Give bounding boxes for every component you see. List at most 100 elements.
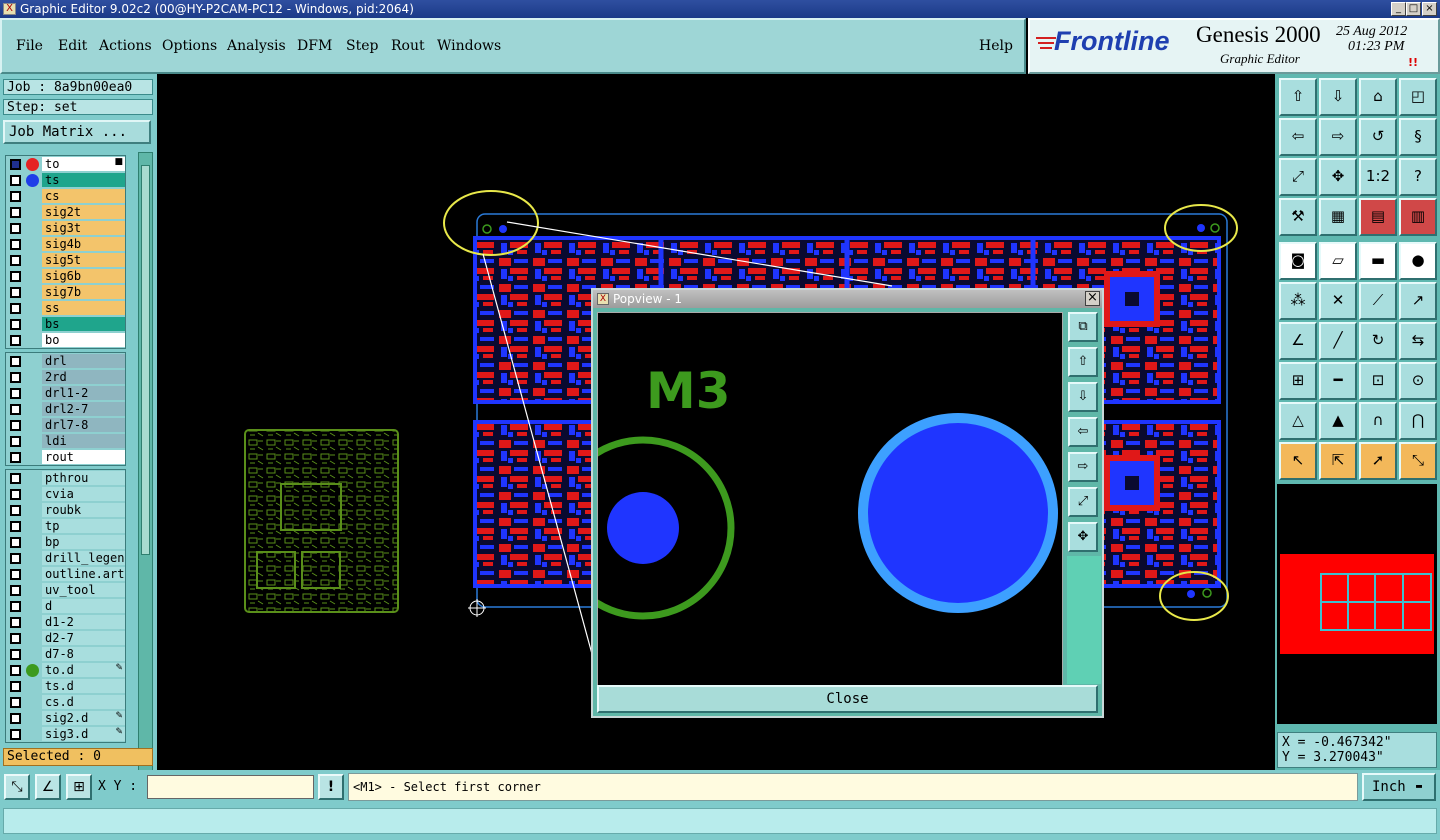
layer-name[interactable]: sig5t (42, 253, 125, 267)
layer-row[interactable]: pthrou (6, 470, 125, 486)
layer-checkbox[interactable] (10, 452, 21, 463)
layer-name[interactable]: ts (42, 173, 125, 187)
layer-name[interactable]: bs (42, 317, 125, 331)
window-title-bar[interactable]: X Graphic Editor 9.02c2 (00@HY-P2CAM-PC1… (0, 0, 1440, 18)
layer-name[interactable]: bo (42, 333, 125, 347)
close-button[interactable]: × (1422, 2, 1437, 16)
layer-row[interactable]: to ■ (6, 156, 125, 172)
layers-red-2-icon[interactable]: ▥ (1399, 198, 1437, 236)
angle-icon[interactable]: ∠ (1279, 322, 1317, 360)
grid-icon[interactable]: ▦ (1319, 198, 1357, 236)
arch-blue-icon[interactable]: ⋂ (1399, 402, 1437, 440)
layer-checkbox[interactable] (10, 356, 21, 367)
menu-rout[interactable]: Rout (391, 38, 425, 54)
layer-name[interactable]: cvia (42, 487, 125, 501)
layer-row[interactable]: sig3.d ✎ (6, 726, 125, 742)
layer-checkbox[interactable] (10, 287, 21, 298)
layer-name[interactable]: drl1-2 (42, 386, 125, 400)
pan-right-icon[interactable]: ⇨ (1068, 452, 1098, 482)
pointer-box-icon[interactable]: ⇱ (1319, 442, 1357, 480)
layer-checkbox[interactable] (10, 255, 21, 266)
layer-name[interactable]: rout (42, 450, 125, 464)
layer-checkbox[interactable] (10, 649, 21, 660)
layer-row[interactable]: sig6b (6, 268, 125, 284)
redraw-icon[interactable]: § (1399, 118, 1437, 156)
layer-row[interactable]: tp (6, 518, 125, 534)
layer-row[interactable]: cs.d (6, 694, 125, 710)
layer-name[interactable]: sig3.d (42, 727, 125, 741)
arc-icon[interactable]: ↻ (1359, 322, 1397, 360)
layer-checkbox[interactable] (10, 191, 21, 202)
layer-name[interactable]: uv_tool (42, 583, 125, 597)
layer-checkbox[interactable] (10, 601, 21, 612)
layer-checkbox[interactable] (10, 585, 21, 596)
layer-row[interactable]: sig2.d ✎ (6, 710, 125, 726)
layer-row[interactable]: ts.d (6, 678, 125, 694)
popview-canvas[interactable]: M3 (597, 312, 1063, 686)
help-icon[interactable]: ? (1399, 158, 1437, 196)
layer-name[interactable]: ss (42, 301, 125, 315)
layer-checkbox[interactable] (10, 239, 21, 250)
layer-checkbox[interactable] (10, 319, 21, 330)
cross-icon[interactable]: ✕ (1319, 282, 1357, 320)
layer-name[interactable]: bp (42, 535, 125, 549)
line-arrow-icon[interactable]: ↗ (1399, 282, 1437, 320)
layer-checkbox[interactable] (10, 489, 21, 500)
layer-down-icon[interactable]: ⇩ (1068, 382, 1098, 412)
layer-name[interactable]: sig4b (42, 237, 125, 251)
arch-icon[interactable]: ∩ (1359, 402, 1397, 440)
layer-row[interactable]: d (6, 598, 125, 614)
menu-help[interactable]: Help (979, 38, 1013, 54)
layer-row[interactable]: outline.art (6, 566, 125, 582)
grid-snap-icon[interactable]: ⊞ (66, 774, 92, 800)
layer-name[interactable]: roubk (42, 503, 125, 517)
window-split-icon[interactable]: ◰ (1399, 78, 1437, 116)
job-matrix-button[interactable]: Job Matrix ... (3, 120, 151, 144)
triangle-icon[interactable]: △ (1279, 402, 1317, 440)
layer-name[interactable]: drl2-7 (42, 402, 125, 416)
layer-row[interactable]: sig5t (6, 252, 125, 268)
scrollbar-thumb[interactable] (141, 165, 150, 555)
layer-name[interactable]: 2rd (42, 370, 125, 384)
layer-name[interactable]: outline.art (42, 567, 125, 581)
layer-checkbox[interactable] (10, 537, 21, 548)
layer-row[interactable]: roubk (6, 502, 125, 518)
zoom-window-icon[interactable]: ⤡ (4, 774, 30, 800)
menu-edit[interactable]: Edit (58, 38, 87, 54)
triangle-blue-icon[interactable]: ▲ (1319, 402, 1357, 440)
layer-name[interactable]: drl (42, 354, 125, 368)
home-icon[interactable]: ⌂ (1359, 78, 1397, 116)
layer-checkbox[interactable] (10, 271, 21, 282)
popview-window[interactable]: X Popview - 1 × M3 ⧉ ⇧ ⇩ ⇦ ⇨ ⤢ ✥ Close (591, 288, 1104, 718)
layer-row[interactable]: ldi (6, 433, 125, 449)
layer-row[interactable]: ts (6, 172, 125, 188)
layer-checkbox[interactable] (10, 175, 21, 186)
menu-dfm[interactable]: DFM (297, 38, 332, 54)
layer-up-icon[interactable]: ⇧ (1068, 347, 1098, 377)
menu-options[interactable]: Options (162, 38, 217, 54)
layer-name[interactable]: d2-7 (42, 631, 125, 645)
layer-row[interactable]: drl (6, 353, 125, 369)
layer-up-icon[interactable]: ⇧ (1279, 78, 1317, 116)
menu-windows[interactable]: Windows (437, 38, 501, 54)
layer-name[interactable]: sig7b (42, 285, 125, 299)
zoom-window-icon[interactable]: ⧉ (1068, 312, 1098, 342)
maximize-button[interactable]: □ (1406, 2, 1421, 16)
layer-checkbox[interactable] (10, 223, 21, 234)
layer-row[interactable]: d1-2 (6, 614, 125, 630)
popview-title-bar[interactable]: X Popview - 1 × (593, 290, 1102, 308)
layer-checkbox[interactable] (10, 569, 21, 580)
layer-row[interactable]: drl7-8 (6, 417, 125, 433)
layer-checkbox[interactable] (10, 697, 21, 708)
layer-name[interactable]: sig6b (42, 269, 125, 283)
pan-right-icon[interactable]: ⇨ (1319, 118, 1357, 156)
layer-row[interactable]: drl2-7 (6, 401, 125, 417)
layer-row[interactable]: bs (6, 316, 125, 332)
measure-icon[interactable]: ⊡ (1359, 362, 1397, 400)
pan-left-icon[interactable]: ⇦ (1068, 417, 1098, 447)
layer-checkbox[interactable] (10, 665, 21, 676)
layer-name[interactable]: tp (42, 519, 125, 533)
angle-snap-icon[interactable]: ∠ (35, 774, 61, 800)
layer-checkbox[interactable] (10, 436, 21, 447)
pad-icon[interactable]: ◙ (1279, 242, 1317, 280)
